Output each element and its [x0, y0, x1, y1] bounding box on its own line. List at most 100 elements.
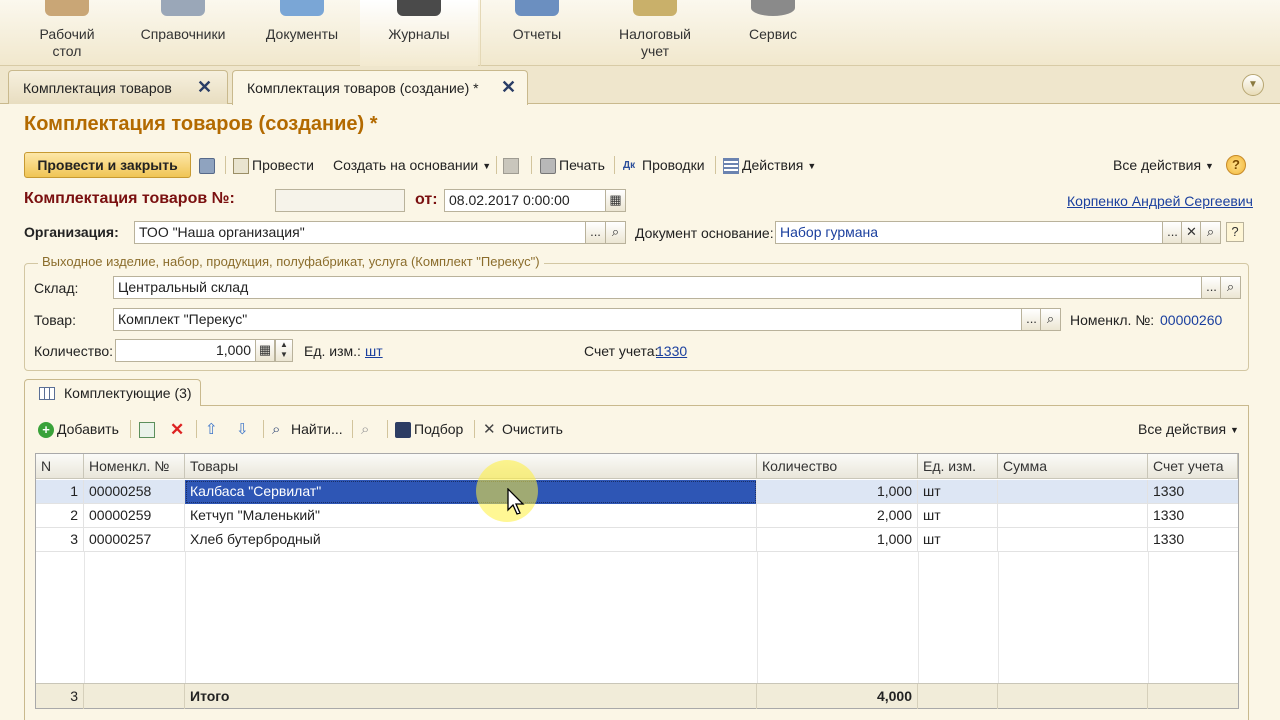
help-icon[interactable]: ? [1226, 222, 1244, 242]
row-unit[interactable]: шт [918, 528, 998, 552]
row-goods-cell[interactable]: Калбаса "Сервилат" [185, 480, 757, 504]
desktop-icon [45, 0, 89, 16]
row-number: 3 [36, 528, 84, 552]
goods-select-button[interactable]: ... [1021, 308, 1042, 331]
add-row-button[interactable]: + Добавить [38, 416, 119, 442]
row-quantity[interactable]: 1,000 [757, 480, 918, 504]
panel-all-actions-button[interactable]: Все действия ▼ [1138, 416, 1239, 442]
goods-label: Товар: [34, 312, 76, 328]
cancel-search-icon: ⌕ [361, 421, 370, 439]
toolbar-separator [614, 156, 615, 174]
quantity-field[interactable]: 1,000 [115, 339, 256, 362]
responsible-user-link[interactable]: Корпенко Андрей Сергеевич [1067, 193, 1253, 209]
tab-assembly-list[interactable]: Комплектация товаров ✕ [8, 70, 228, 104]
nav-documents[interactable]: Документы [250, 0, 354, 66]
clear-table-button[interactable]: ✕ Очистить [483, 416, 563, 442]
post-and-close-button[interactable]: Провести и закрыть [24, 152, 191, 178]
nav-journals[interactable]: Журналы [360, 0, 478, 66]
column-header-quantity[interactable]: Количество [757, 454, 918, 479]
column-header-code[interactable]: Номенкл. № [84, 454, 185, 479]
find-button[interactable]: ⌕ Найти... [272, 416, 343, 442]
save-button[interactable] [199, 152, 218, 178]
nav-desktop[interactable]: Рабочий стол [15, 0, 119, 66]
row-quantity[interactable]: 2,000 [757, 504, 918, 528]
row-number: 1 [36, 480, 84, 504]
calendar-icon[interactable]: ▦ [605, 189, 626, 212]
row-goods-cell[interactable]: Кетчуп "Маленький" [185, 504, 757, 528]
post-button[interactable]: Провести [233, 152, 314, 178]
nav-reports-label: Отчеты [512, 26, 562, 42]
nav-tax[interactable]: Налоговый учет [606, 0, 704, 66]
row-account[interactable]: 1330 [1148, 480, 1238, 504]
row-account[interactable]: 1330 [1148, 504, 1238, 528]
row-account[interactable]: 1330 [1148, 528, 1238, 552]
organization-field[interactable]: ТОО "Наша организация" [134, 221, 586, 244]
delete-row-button[interactable]: ✕ [170, 416, 189, 442]
toolbar-separator [130, 420, 131, 438]
column-header-account[interactable]: Счет учета [1148, 454, 1238, 479]
row-unit[interactable]: шт [918, 504, 998, 528]
goods-field[interactable]: Комплект "Перекус" [113, 308, 1022, 331]
structure-icon [503, 158, 519, 175]
move-down-button[interactable]: ⇩ [236, 416, 255, 442]
footer-empty [998, 684, 1148, 709]
nav-tax-label: Налоговый учет [619, 26, 691, 59]
row-goods-cell[interactable]: Хлеб бутербродный [185, 528, 757, 552]
all-actions-button[interactable]: Все действия ▼ [1113, 152, 1214, 178]
table-row[interactable]: 2 00000259 Кетчуп "Маленький" 2,000 шт 1… [36, 504, 1238, 528]
move-up-button[interactable]: ⇧ [205, 416, 224, 442]
footer-empty [918, 684, 998, 709]
tab-assembly-create[interactable]: Комплектация товаров (создание) * ✕ [232, 70, 528, 105]
nav-reports[interactable]: Отчеты [490, 0, 584, 66]
warehouse-select-button[interactable]: ... [1201, 276, 1222, 299]
close-icon[interactable]: ✕ [501, 77, 516, 98]
help-button[interactable]: ? [1226, 155, 1246, 175]
basis-select-button[interactable]: ... [1162, 221, 1183, 244]
date-field[interactable]: 08.02.2017 0:00:00 [444, 189, 606, 212]
nav-directories[interactable]: Справочники [128, 0, 238, 66]
row-unit[interactable]: шт [918, 480, 998, 504]
actions-button[interactable]: Действия ▼ [723, 152, 816, 178]
nav-documents-label: Документы [265, 26, 339, 42]
column-header-goods[interactable]: Товары [185, 454, 757, 479]
search-icon[interactable]: ⌕ [1040, 308, 1061, 331]
row-quantity[interactable]: 1,000 [757, 528, 918, 552]
print-button[interactable]: Печать [540, 152, 605, 178]
pick-button[interactable]: Подбор [395, 416, 463, 442]
account-link[interactable]: 1330 [656, 343, 687, 359]
quantity-stepper[interactable]: ▲ ▼ [275, 339, 293, 362]
chevron-down-icon[interactable]: ▼ [1242, 74, 1264, 96]
entries-button[interactable]: Дк Проводки [623, 152, 705, 178]
unit-link[interactable]: шт [365, 343, 383, 359]
table-row[interactable]: 3 00000257 Хлеб бутербродный 1,000 шт 13… [36, 528, 1238, 552]
calculator-icon[interactable]: ▦ [255, 339, 275, 362]
pick-label: Подбор [414, 421, 464, 437]
search-icon[interactable]: ⌕ [1220, 276, 1241, 299]
search-icon[interactable]: ⌕ [1200, 221, 1221, 244]
nomenclature-value: 00000260 [1160, 312, 1223, 328]
row-sum[interactable] [998, 528, 1148, 552]
column-header-sum[interactable]: Сумма [998, 454, 1148, 479]
copy-row-button[interactable] [139, 416, 158, 442]
account-label: Счет учета: [584, 343, 659, 359]
column-header-n[interactable]: N [36, 454, 84, 479]
components-table[interactable]: N Номенкл. № Товары Количество Ед. изм. … [35, 453, 1239, 709]
clear-icon[interactable]: ✕ [1181, 221, 1202, 244]
column-header-unit[interactable]: Ед. изм. [918, 454, 998, 479]
structure-button[interactable] [503, 152, 522, 178]
cancel-search-button[interactable]: ⌕ [361, 416, 380, 442]
close-icon[interactable]: ✕ [197, 77, 212, 98]
search-icon[interactable]: ⌕ [605, 221, 626, 244]
toolbar-separator [263, 420, 264, 438]
tab-components[interactable]: Комплектующие (3) [24, 379, 201, 406]
document-number-field[interactable] [275, 189, 405, 212]
warehouse-field[interactable]: Центральный склад [113, 276, 1202, 299]
nav-service[interactable]: Сервис [728, 0, 818, 66]
create-based-on-button[interactable]: Создать на основании ▼ [333, 152, 491, 178]
row-sum[interactable] [998, 504, 1148, 528]
entries-icon: Дк [623, 160, 636, 172]
basis-document-field[interactable]: Набор гурмана [775, 221, 1163, 244]
table-row[interactable]: 1 00000258 Калбаса "Сервилат" 1,000 шт 1… [36, 480, 1238, 504]
row-sum[interactable] [998, 480, 1148, 504]
organization-select-button[interactable]: ... [585, 221, 606, 244]
